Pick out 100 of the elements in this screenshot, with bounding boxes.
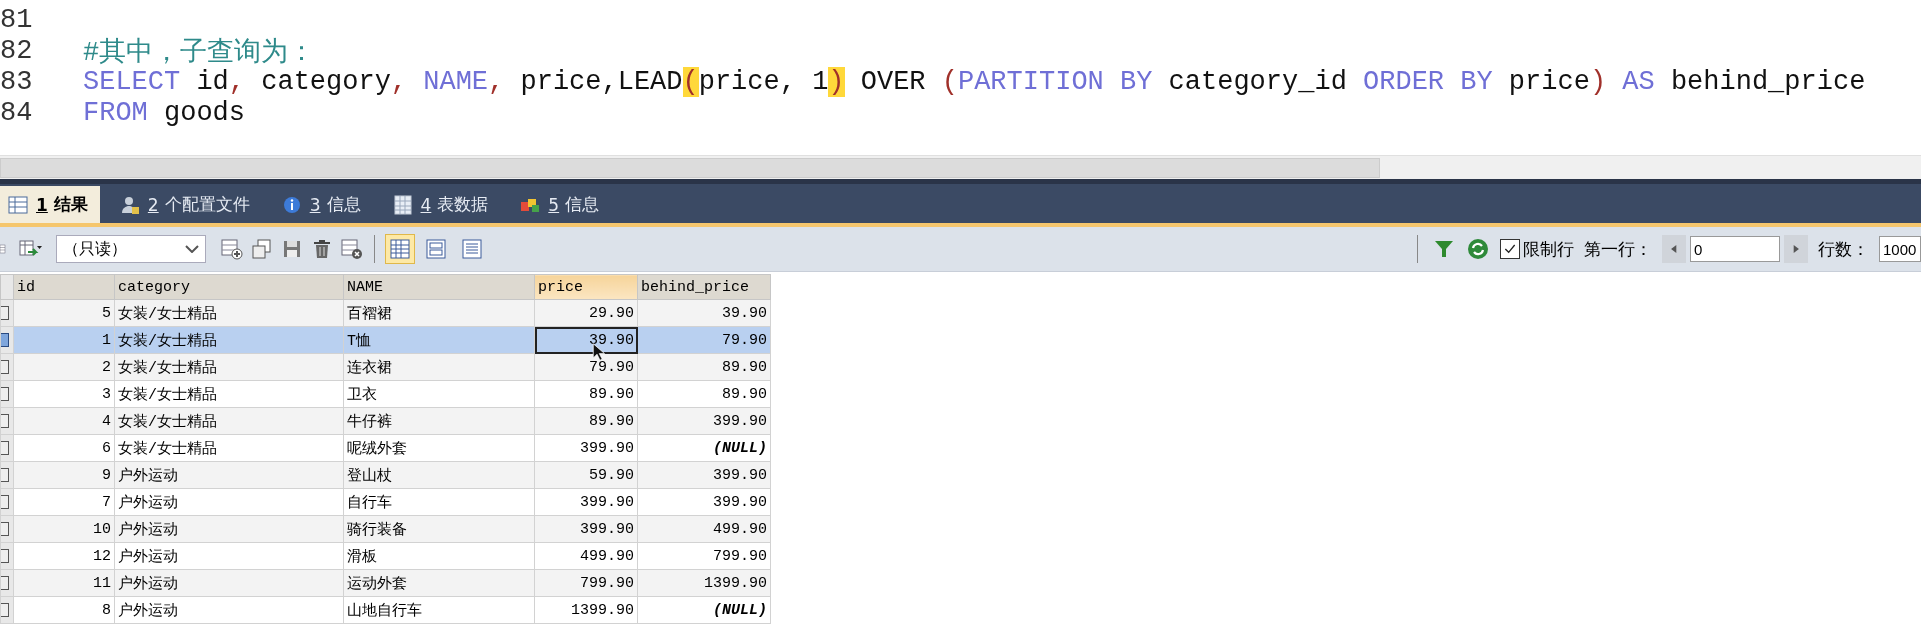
table-cell: 10 xyxy=(13,515,115,543)
table-cell: 骑行装备 xyxy=(343,515,535,543)
table-cell: 运动外套 xyxy=(343,569,535,597)
table-cell: 9 xyxy=(13,461,115,489)
table-cell: 799.90 xyxy=(534,569,638,597)
add-row-icon[interactable] xyxy=(220,237,244,261)
table-cell: T恤 xyxy=(343,326,535,354)
table-cell: 3 xyxy=(13,380,115,408)
table-cell: 89.90 xyxy=(534,407,638,435)
table-cell: 连衣裙 xyxy=(343,353,535,381)
result-tab[interactable]: 5 信息 xyxy=(506,186,612,223)
table-cell: 女装/女士精品 xyxy=(114,434,344,462)
previous-button[interactable] xyxy=(1662,235,1686,263)
row-marker[interactable] xyxy=(0,576,9,590)
table-cell: 89.90 xyxy=(637,380,771,408)
table-cell: 滑板 xyxy=(343,542,535,570)
table-cell: (NULL) xyxy=(637,596,771,624)
table-cell: 女装/女士精品 xyxy=(114,326,344,354)
table-cell: 户外运动 xyxy=(114,515,344,543)
result-tab[interactable]: 3 信息 xyxy=(267,186,373,223)
row-marker[interactable] xyxy=(0,306,9,320)
table-cell: 11 xyxy=(13,569,115,597)
table-cell: 499.90 xyxy=(534,542,638,570)
table-cell: 女装/女士精品 xyxy=(114,407,344,435)
row-marker[interactable] xyxy=(0,441,9,455)
table-cell: 29.90 xyxy=(534,299,638,327)
first-row-label: 第一行： xyxy=(1584,237,1652,261)
table-cell: 登山杖 xyxy=(343,461,535,489)
table-cell: 399.90 xyxy=(534,434,638,462)
row-marker[interactable] xyxy=(0,549,9,563)
table-cell: 1399.90 xyxy=(637,569,771,597)
column-header[interactable]: behind_price xyxy=(637,274,771,300)
table-cell: 399.90 xyxy=(534,488,638,516)
table-cell: 5 xyxy=(13,299,115,327)
table-cell: 799.90 xyxy=(637,542,771,570)
row-marker[interactable] xyxy=(0,495,9,509)
table-cell: 女装/女士精品 xyxy=(114,380,344,408)
table-cell: 女装/女士精品 xyxy=(114,353,344,381)
table-cell: 399.90 xyxy=(534,515,638,543)
table-cell: 户外运动 xyxy=(114,488,344,516)
table-cell: 呢绒外套 xyxy=(343,434,535,462)
table-cell: 7 xyxy=(13,488,115,516)
line-number: 81 xyxy=(0,4,34,35)
next-button[interactable] xyxy=(1784,235,1808,263)
code-line: FROM goods xyxy=(83,97,246,128)
column-header[interactable]: category xyxy=(114,274,344,300)
line-number: 84 xyxy=(0,97,34,128)
table-cell: 1 xyxy=(13,326,115,354)
table-cell: 牛仔裤 xyxy=(343,407,535,435)
table-cell: 户外运动 xyxy=(114,461,344,489)
row-marker[interactable] xyxy=(0,387,9,401)
table-cell: 89.90 xyxy=(534,380,638,408)
table-cell: (NULL) xyxy=(637,434,771,462)
result-tab[interactable]: 2 个配置文件 xyxy=(105,186,262,223)
column-header[interactable]: NAME xyxy=(343,274,535,300)
row-marker[interactable] xyxy=(0,333,9,347)
table-cell: 女装/女士精品 xyxy=(114,299,344,327)
result-tab[interactable]: 1 结果 xyxy=(0,186,100,223)
table-cell: 89.90 xyxy=(637,353,771,381)
first-row-field[interactable]: 0 xyxy=(1690,236,1780,262)
mode-dropdown[interactable]: （只读） xyxy=(56,235,206,263)
row-marker[interactable] xyxy=(0,468,9,482)
table-cell: 户外运动 xyxy=(114,596,344,624)
row-marker[interactable] xyxy=(0,522,9,536)
grid-view-icon[interactable] xyxy=(385,234,415,264)
cancel-icon[interactable] xyxy=(340,237,364,261)
table-cell: 2 xyxy=(13,353,115,381)
chevron-down-icon xyxy=(185,245,199,253)
column-header[interactable]: price xyxy=(534,274,638,300)
table-cell: 399.90 xyxy=(637,488,771,516)
table-cell: 12 xyxy=(13,542,115,570)
scrollbar-thumb[interactable] xyxy=(0,157,1380,178)
refresh-icon[interactable] xyxy=(1466,237,1490,261)
row-marker[interactable] xyxy=(0,603,9,617)
table-cell: 399.90 xyxy=(637,407,771,435)
table-cell: 山地自行车 xyxy=(343,596,535,624)
row-count-label: 行数： xyxy=(1818,237,1869,261)
table-cell: 户外运动 xyxy=(114,542,344,570)
code-line: #其中，子查询为： xyxy=(83,36,316,69)
table-cell: 39.90 xyxy=(637,299,771,327)
row-count-field[interactable]: 1000 xyxy=(1879,236,1921,262)
row-marker[interactable] xyxy=(0,360,9,374)
copy-icon[interactable] xyxy=(250,237,274,261)
code-line: SELECT id, category, NAME, price,LEAD(price, 1) OVER (PARTITION BY category_id ORDER BY price) AS behind_price xyxy=(83,66,1866,97)
table-cell: 1399.90 xyxy=(534,596,638,624)
column-header[interactable]: id xyxy=(13,274,115,300)
table-cell: 79.90 xyxy=(637,326,771,354)
table-cell: 59.90 xyxy=(534,461,638,489)
table-cell: 百褶裙 xyxy=(343,299,535,327)
row-marker[interactable] xyxy=(0,414,9,428)
line-number: 82 xyxy=(0,35,34,66)
result-tab[interactable]: 4 表数据 xyxy=(378,186,501,223)
table-cell: 499.90 xyxy=(637,515,771,543)
table-cell: 户外运动 xyxy=(114,569,344,597)
limit-rows-checkbox[interactable]: 限制行 xyxy=(1500,237,1574,261)
table-cell: 自行车 xyxy=(343,488,535,516)
line-number: 83 xyxy=(0,66,34,97)
table-cell: 卫衣 xyxy=(343,380,535,408)
table-cell: 6 xyxy=(13,434,115,462)
table-cell: 399.90 xyxy=(637,461,771,489)
